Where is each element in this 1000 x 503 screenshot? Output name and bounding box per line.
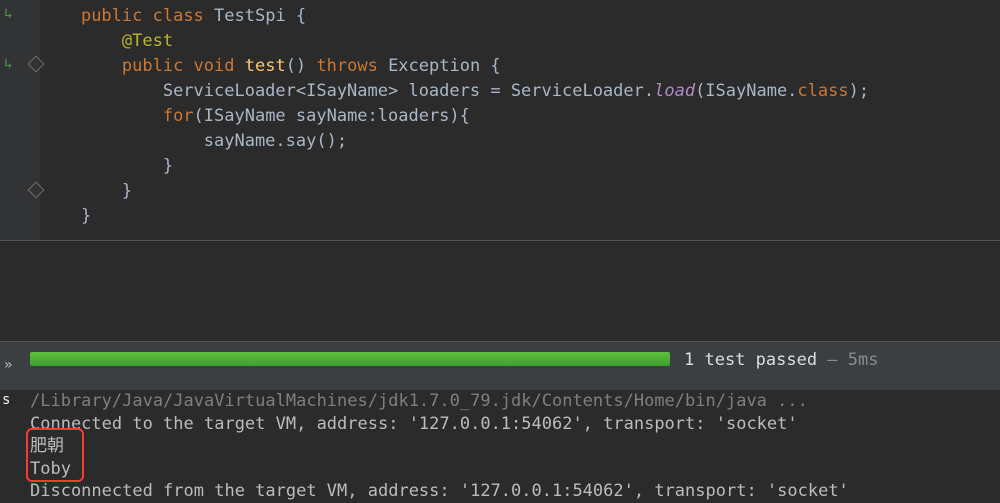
gutter-implements-icon[interactable]: ↳: [4, 56, 20, 72]
code-editor[interactable]: public class TestSpi { @Test public void…: [40, 0, 1000, 229]
test-progress-fill: [30, 352, 670, 366]
blank-panel: [0, 241, 1000, 341]
console-connected-line: Connected to the target VM, address: '12…: [30, 413, 1000, 436]
test-progress-bar: [30, 352, 670, 366]
code-content[interactable]: public class TestSpi { @Test public void…: [40, 4, 1000, 229]
run-tab-fragment[interactable]: s: [2, 392, 10, 408]
test-summary: 1 test passed – 5ms: [684, 350, 878, 370]
ide-window: ↳ ↳ public class TestSpi { @Test public …: [0, 0, 1000, 503]
console-output[interactable]: /Library/Java/JavaVirtualMachines/jdk1.7…: [30, 390, 1000, 503]
console-stdout-line: Toby: [30, 458, 1000, 481]
console-disconnected-line: Disconnected from the target VM, address…: [30, 480, 1000, 503]
console-stdout-line: 肥朝: [30, 435, 1000, 458]
expand-icon[interactable]: »: [4, 357, 12, 373]
tests-time-label: – 5ms: [817, 350, 878, 370]
gutter-implements-icon[interactable]: ↳: [4, 6, 20, 22]
console-jdk-line: /Library/Java/JavaVirtualMachines/jdk1.7…: [30, 390, 1000, 413]
tests-passed-label: 1 test passed: [684, 350, 817, 370]
editor-gutter[interactable]: ↳ ↳: [0, 0, 40, 240]
